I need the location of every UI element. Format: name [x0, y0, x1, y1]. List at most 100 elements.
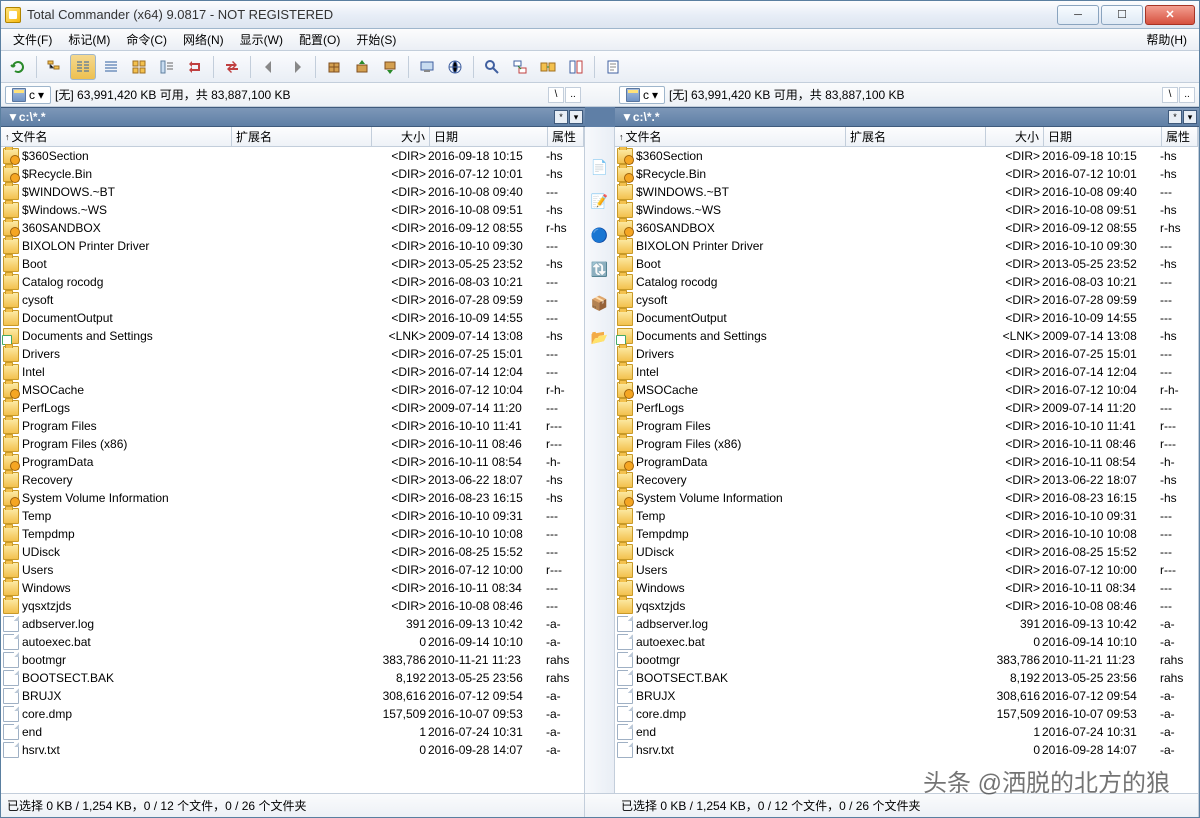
- file-row[interactable]: Tempdmp<DIR>2016-10-10 10:08---: [615, 525, 1198, 543]
- back-icon[interactable]: [256, 54, 282, 80]
- file-row[interactable]: Windows<DIR>2016-10-11 08:34---: [1, 579, 584, 597]
- file-row[interactable]: Catalog rocodg<DIR>2016-08-03 10:21---: [1, 273, 584, 291]
- file-row[interactable]: end12016-07-24 10:31-a-: [615, 723, 1198, 741]
- file-row[interactable]: Boot<DIR>2013-05-25 23:52-hs: [1, 255, 584, 273]
- file-row[interactable]: Recovery<DIR>2013-06-22 18:07-hs: [1, 471, 584, 489]
- mid-button-0[interactable]: 📄: [590, 157, 610, 177]
- root-button[interactable]: \: [548, 87, 564, 103]
- col-ext[interactable]: 扩展名: [846, 127, 986, 146]
- thumbs-view-icon[interactable]: [126, 54, 152, 80]
- minimize-button[interactable]: ─: [1057, 5, 1099, 25]
- drive-selector-left[interactable]: c▾: [5, 86, 51, 104]
- file-row[interactable]: ProgramData<DIR>2016-10-11 08:54-h-: [615, 453, 1198, 471]
- maximize-button[interactable]: ☐: [1101, 5, 1143, 25]
- file-row[interactable]: $WINDOWS.~BT<DIR>2016-10-08 09:40---: [1, 183, 584, 201]
- ftp-icon[interactable]: [414, 54, 440, 80]
- menu-file[interactable]: 文件(F): [5, 29, 60, 50]
- file-row[interactable]: cysoft<DIR>2016-07-28 09:59---: [1, 291, 584, 309]
- left-pathbar[interactable]: ▼c:\*.* *▾: [1, 107, 585, 127]
- file-row[interactable]: BRUJX308,6162016-07-12 09:54-a-: [1, 687, 584, 705]
- mid-button-2[interactable]: 🔵: [590, 225, 610, 245]
- file-row[interactable]: PerfLogs<DIR>2009-07-14 11:20---: [1, 399, 584, 417]
- file-row[interactable]: bootmgr383,7862010-11-21 11:23rahs: [615, 651, 1198, 669]
- right-file-list[interactable]: $360Section<DIR>2016-09-18 10:15-hs$Recy…: [615, 147, 1198, 793]
- file-row[interactable]: Temp<DIR>2016-10-10 09:31---: [1, 507, 584, 525]
- file-row[interactable]: Intel<DIR>2016-07-14 12:04---: [1, 363, 584, 381]
- file-row[interactable]: end12016-07-24 10:31-a-: [1, 723, 584, 741]
- file-row[interactable]: BIXOLON Printer Driver<DIR>2016-10-10 09…: [615, 237, 1198, 255]
- mid-button-1[interactable]: 📝: [590, 191, 610, 211]
- drive-selector-right[interactable]: c▾: [619, 86, 665, 104]
- file-row[interactable]: ProgramData<DIR>2016-10-11 08:54-h-: [1, 453, 584, 471]
- file-row[interactable]: System Volume Information<DIR>2016-08-23…: [1, 489, 584, 507]
- search-icon[interactable]: [479, 54, 505, 80]
- file-row[interactable]: Intel<DIR>2016-07-14 12:04---: [615, 363, 1198, 381]
- reverse-icon[interactable]: [182, 54, 208, 80]
- file-row[interactable]: Documents and Settings<LNK>2009-07-14 13…: [1, 327, 584, 345]
- swap-icon[interactable]: [219, 54, 245, 80]
- file-row[interactable]: core.dmp157,5092016-10-07 09:53-a-: [615, 705, 1198, 723]
- file-row[interactable]: Tempdmp<DIR>2016-10-10 10:08---: [1, 525, 584, 543]
- tree-icon[interactable]: [42, 54, 68, 80]
- file-row[interactable]: Recovery<DIR>2013-06-22 18:07-hs: [615, 471, 1198, 489]
- file-row[interactable]: Boot<DIR>2013-05-25 23:52-hs: [615, 255, 1198, 273]
- file-row[interactable]: autoexec.bat02016-09-14 10:10-a-: [615, 633, 1198, 651]
- file-row[interactable]: Program Files<DIR>2016-10-10 11:41r---: [615, 417, 1198, 435]
- col-ext[interactable]: 扩展名: [232, 127, 372, 146]
- left-file-list[interactable]: $360Section<DIR>2016-09-18 10:15-hs$Recy…: [1, 147, 584, 793]
- file-row[interactable]: UDisck<DIR>2016-08-25 15:52---: [1, 543, 584, 561]
- col-attr[interactable]: 属性: [1162, 127, 1198, 146]
- right-pathbar[interactable]: ▼c:\*.* *▾: [615, 107, 1199, 127]
- file-row[interactable]: $Windows.~WS<DIR>2016-10-08 09:51-hs: [615, 201, 1198, 219]
- file-row[interactable]: yqsxtzjds<DIR>2016-10-08 08:46---: [1, 597, 584, 615]
- multi-rename-icon[interactable]: [507, 54, 533, 80]
- root-button[interactable]: \: [1162, 87, 1178, 103]
- col-size[interactable]: 大小: [372, 127, 430, 146]
- file-row[interactable]: BIXOLON Printer Driver<DIR>2016-10-10 09…: [1, 237, 584, 255]
- file-row[interactable]: Program Files (x86)<DIR>2016-10-11 08:46…: [615, 435, 1198, 453]
- file-row[interactable]: Catalog rocodg<DIR>2016-08-03 10:21---: [615, 273, 1198, 291]
- file-row[interactable]: Users<DIR>2016-07-12 10:00r---: [615, 561, 1198, 579]
- file-row[interactable]: adbserver.log3912016-09-13 10:42-a-: [1, 615, 584, 633]
- file-row[interactable]: cysoft<DIR>2016-07-28 09:59---: [615, 291, 1198, 309]
- file-row[interactable]: System Volume Information<DIR>2016-08-23…: [615, 489, 1198, 507]
- tree-panel-icon[interactable]: [154, 54, 180, 80]
- file-row[interactable]: Documents and Settings<LNK>2009-07-14 13…: [615, 327, 1198, 345]
- menu-config[interactable]: 配置(O): [291, 29, 348, 50]
- file-row[interactable]: PerfLogs<DIR>2009-07-14 11:20---: [615, 399, 1198, 417]
- menu-help[interactable]: 帮助(H): [1138, 29, 1195, 50]
- file-row[interactable]: Program Files<DIR>2016-10-10 11:41r---: [1, 417, 584, 435]
- file-row[interactable]: $WINDOWS.~BT<DIR>2016-10-08 09:40---: [615, 183, 1198, 201]
- file-row[interactable]: UDisck<DIR>2016-08-25 15:52---: [615, 543, 1198, 561]
- history-button[interactable]: ▾: [1183, 110, 1197, 124]
- file-row[interactable]: MSOCache<DIR>2016-07-12 10:04r-h-: [1, 381, 584, 399]
- forward-icon[interactable]: [284, 54, 310, 80]
- file-row[interactable]: hsrv.txt02016-09-28 14:07-a-: [615, 741, 1198, 759]
- up-button[interactable]: ..: [565, 87, 581, 103]
- menu-mark[interactable]: 标记(M): [60, 29, 118, 50]
- file-row[interactable]: MSOCache<DIR>2016-07-12 10:04r-h-: [615, 381, 1198, 399]
- menu-net[interactable]: 网络(N): [175, 29, 232, 50]
- file-row[interactable]: core.dmp157,5092016-10-07 09:53-a-: [1, 705, 584, 723]
- network-icon[interactable]: [442, 54, 468, 80]
- fav-button[interactable]: *: [554, 110, 568, 124]
- file-row[interactable]: BOOTSECT.BAK8,1922013-05-25 23:56rahs: [615, 669, 1198, 687]
- history-button[interactable]: ▾: [569, 110, 583, 124]
- file-row[interactable]: Program Files (x86)<DIR>2016-10-11 08:46…: [1, 435, 584, 453]
- file-row[interactable]: adbserver.log3912016-09-13 10:42-a-: [615, 615, 1198, 633]
- col-size[interactable]: 大小: [986, 127, 1044, 146]
- file-row[interactable]: DocumentOutput<DIR>2016-10-09 14:55---: [1, 309, 584, 327]
- menu-commands[interactable]: 命令(C): [118, 29, 175, 50]
- col-date[interactable]: 日期: [1044, 127, 1162, 146]
- file-row[interactable]: bootmgr383,7862010-11-21 11:23rahs: [1, 651, 584, 669]
- file-row[interactable]: $Recycle.Bin<DIR>2016-07-12 10:01-hs: [1, 165, 584, 183]
- file-row[interactable]: Temp<DIR>2016-10-10 09:31---: [615, 507, 1198, 525]
- sync-icon[interactable]: [535, 54, 561, 80]
- refresh-icon[interactable]: [5, 54, 31, 80]
- full-view-icon[interactable]: [98, 54, 124, 80]
- mid-button-3[interactable]: 🔃: [590, 259, 610, 279]
- file-row[interactable]: Users<DIR>2016-07-12 10:00r---: [1, 561, 584, 579]
- file-row[interactable]: BRUJX308,6162016-07-12 09:54-a-: [615, 687, 1198, 705]
- file-row[interactable]: 360SANDBOX<DIR>2016-09-12 08:55r-hs: [1, 219, 584, 237]
- file-row[interactable]: Windows<DIR>2016-10-11 08:34---: [615, 579, 1198, 597]
